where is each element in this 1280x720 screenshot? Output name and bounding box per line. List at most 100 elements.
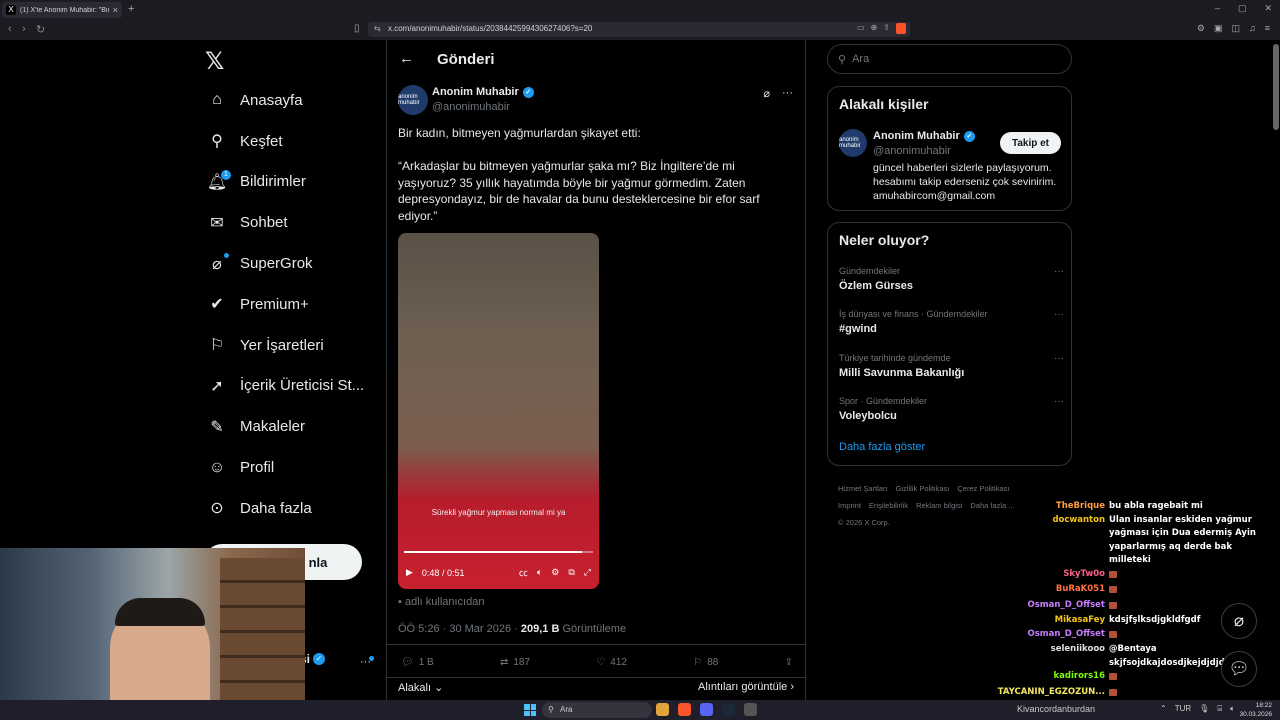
nav-item-articles[interactable]: ✎ Makaleler: [204, 406, 384, 447]
like-button[interactable]: ♡ 412: [596, 657, 627, 668]
network-icon[interactable]: ⌸: [1217, 704, 1222, 714]
wallet-icon[interactable]: ◫: [1231, 23, 1240, 34]
site-info-icon[interactable]: ⇆: [374, 24, 381, 33]
chat-username[interactable]: Osman_D_Offset: [985, 628, 1105, 644]
chat-username[interactable]: TheBrique: [985, 500, 1105, 514]
related-name[interactable]: Anonim Muhabir ✓: [873, 130, 975, 142]
maximize-icon[interactable]: ▢: [1238, 3, 1247, 14]
sidebar-icon[interactable]: ▣: [1214, 23, 1223, 34]
music-icon[interactable]: ♫: [1249, 23, 1256, 34]
browser-tab[interactable]: X (1) X'te Anonim Muhabir: "Bir kadın...…: [2, 2, 122, 18]
footer-link[interactable]: Imprint: [838, 501, 861, 510]
sort-relevant-dropdown[interactable]: Alakalı ⌄: [398, 681, 443, 694]
author-avatar[interactable]: anonim muhabir: [398, 85, 428, 115]
forward-nav-icon[interactable]: ›: [22, 23, 26, 35]
related-avatar[interactable]: anonim muhabir: [839, 129, 867, 157]
windows-start-icon[interactable]: [524, 704, 536, 716]
nav-item-bookmarks[interactable]: ⚐ Yer İşaretleri: [204, 325, 384, 366]
grok-fab-icon[interactable]: ⌀: [1221, 603, 1257, 639]
show-more-link[interactable]: Daha fazla göster: [839, 441, 925, 453]
video-progress-bar[interactable]: [404, 551, 593, 553]
speaker-icon[interactable]: 🔈︎: [1230, 704, 1235, 714]
follow-button[interactable]: Takip et: [1000, 132, 1061, 154]
footer-link[interactable]: Hizmet Şartları: [838, 484, 888, 493]
footer-link[interactable]: Reklam bilgisi: [916, 501, 962, 510]
chat-username[interactable]: Osman_D_Offset: [985, 599, 1105, 615]
reply-button[interactable]: 💬︎ 1 B: [401, 657, 434, 668]
settings-icon[interactable]: ⚙: [551, 567, 559, 578]
trend-more-icon[interactable]: ···: [1054, 353, 1064, 364]
chat-username[interactable]: docwanton: [985, 514, 1105, 568]
author-handle[interactable]: @anonimuhabir: [432, 101, 510, 113]
bookmark-page-icon[interactable]: ▯: [354, 23, 360, 34]
nav-item-home[interactable]: ⌂ Anasayfa: [204, 80, 384, 121]
steam-icon[interactable]: [722, 703, 735, 716]
bookmark-button[interactable]: ⚐ 88: [693, 657, 718, 668]
taskbar-clock[interactable]: 18:22 30.03.2026: [1239, 701, 1272, 719]
share-icon[interactable]: ⇪: [883, 23, 890, 34]
discord-icon[interactable]: [700, 703, 713, 716]
video-attribution[interactable]: ▪ adlı kullanıcıdan: [398, 596, 484, 608]
grok-explain-icon[interactable]: ⌀: [763, 87, 770, 100]
brave-browser-icon[interactable]: [678, 703, 691, 716]
new-tab-icon[interactable]: +: [128, 3, 134, 15]
chat-username[interactable]: kadirors16: [985, 670, 1106, 686]
nav-item-explore[interactable]: ⚲ Keşfet: [204, 121, 384, 162]
footer-link[interactable]: Gizlilik Politikası: [896, 484, 950, 493]
view-quotes-link[interactable]: Alıntıları görüntüle ›: [698, 681, 794, 694]
menu-icon[interactable]: ≡: [1265, 23, 1270, 34]
chat-username[interactable]: BuRaK051: [985, 583, 1105, 599]
chat-username[interactable]: MikasaFey: [985, 614, 1105, 628]
extensions-icon[interactable]: ⚙: [1197, 23, 1205, 34]
reload-icon[interactable]: ↻: [36, 23, 45, 36]
tray-chevron-icon[interactable]: ⌃: [1160, 704, 1167, 714]
screen-icon[interactable]: ▭: [857, 23, 865, 34]
footer-link[interactable]: Erişilebilirlik: [869, 501, 908, 510]
trend-item[interactable]: Gündemdekiler Özlem Gürses ···: [839, 266, 1064, 292]
volume-icon[interactable]: 🔈︎: [537, 567, 542, 578]
nav-item-premium[interactable]: ✔ Premium+: [204, 284, 384, 325]
chat-username[interactable]: TAYCANIN_EGZOZUN...: [985, 686, 1105, 702]
messages-fab-icon[interactable]: 💬︎: [1221, 651, 1257, 687]
chat-username[interactable]: SkyTw0o: [985, 568, 1105, 584]
footer-link[interactable]: Çerez Politikası: [957, 484, 1009, 493]
nav-item-supergrok[interactable]: ⌀ SuperGrok: [204, 243, 384, 284]
post-more-icon[interactable]: ···: [782, 87, 793, 100]
nav-item-creator-studio[interactable]: ➚ İçerik Üreticisi St...: [204, 366, 384, 407]
obs-icon[interactable]: [744, 703, 757, 716]
play-icon[interactable]: ▶: [406, 567, 413, 578]
trend-item[interactable]: Türkiye tarihinde gündemde Milli Savunma …: [839, 353, 1064, 379]
minimize-icon[interactable]: –: [1215, 3, 1220, 14]
address-bar[interactable]: ⇆ x.com/anonimuhabir/status/203844259943…: [368, 22, 910, 37]
page-scrollbar[interactable]: [1273, 44, 1279, 130]
chat-username[interactable]: seleniikooo: [985, 643, 1105, 670]
trend-more-icon[interactable]: ···: [1054, 309, 1064, 320]
mic-icon[interactable]: 🎙︎: [1199, 704, 1209, 714]
popout-icon[interactable]: ⧉: [568, 567, 574, 578]
related-handle[interactable]: @anonimuhabir: [873, 145, 951, 157]
file-explorer-icon[interactable]: [656, 703, 669, 716]
post-timestamp[interactable]: ÖÖ 5:26 · 30 Mar 2026 ·: [398, 623, 521, 635]
trend-more-icon[interactable]: ···: [1054, 266, 1064, 277]
share-button[interactable]: ⇪: [785, 657, 793, 668]
nav-item-more[interactable]: ⊙ Daha fazla: [204, 488, 384, 529]
close-tab-icon[interactable]: ×: [113, 5, 118, 15]
taskbar-search[interactable]: ⚲ Ara: [542, 702, 652, 718]
brave-shield-icon[interactable]: [896, 23, 906, 34]
trend-item[interactable]: Spor · Gündemdekiler Voleybolcu ···: [839, 396, 1064, 422]
zoom-icon[interactable]: ⊕: [871, 23, 878, 34]
language-indicator[interactable]: TUR: [1175, 704, 1191, 714]
search-box[interactable]: ⚲ Ara: [827, 44, 1072, 74]
back-arrow-icon[interactable]: ←: [399, 50, 414, 67]
captions-icon[interactable]: ㏄: [519, 566, 528, 579]
nav-item-notifications[interactable]: 🔔︎ 1 Bildirimler: [204, 162, 384, 203]
x-logo-icon[interactable]: 𝕏: [205, 47, 224, 75]
repost-button[interactable]: ⇄ 187: [500, 657, 530, 668]
nav-item-profile[interactable]: ☺ Profil: [204, 447, 384, 488]
fullscreen-icon[interactable]: ⤢: [584, 567, 591, 578]
author-name[interactable]: Anonim Muhabir ✓: [432, 86, 534, 98]
back-nav-icon[interactable]: ‹: [8, 23, 12, 35]
close-window-icon[interactable]: ✕: [1264, 3, 1272, 14]
nav-item-chat[interactable]: ✉ Sohbet: [204, 202, 384, 243]
trend-more-icon[interactable]: ···: [1054, 396, 1064, 407]
